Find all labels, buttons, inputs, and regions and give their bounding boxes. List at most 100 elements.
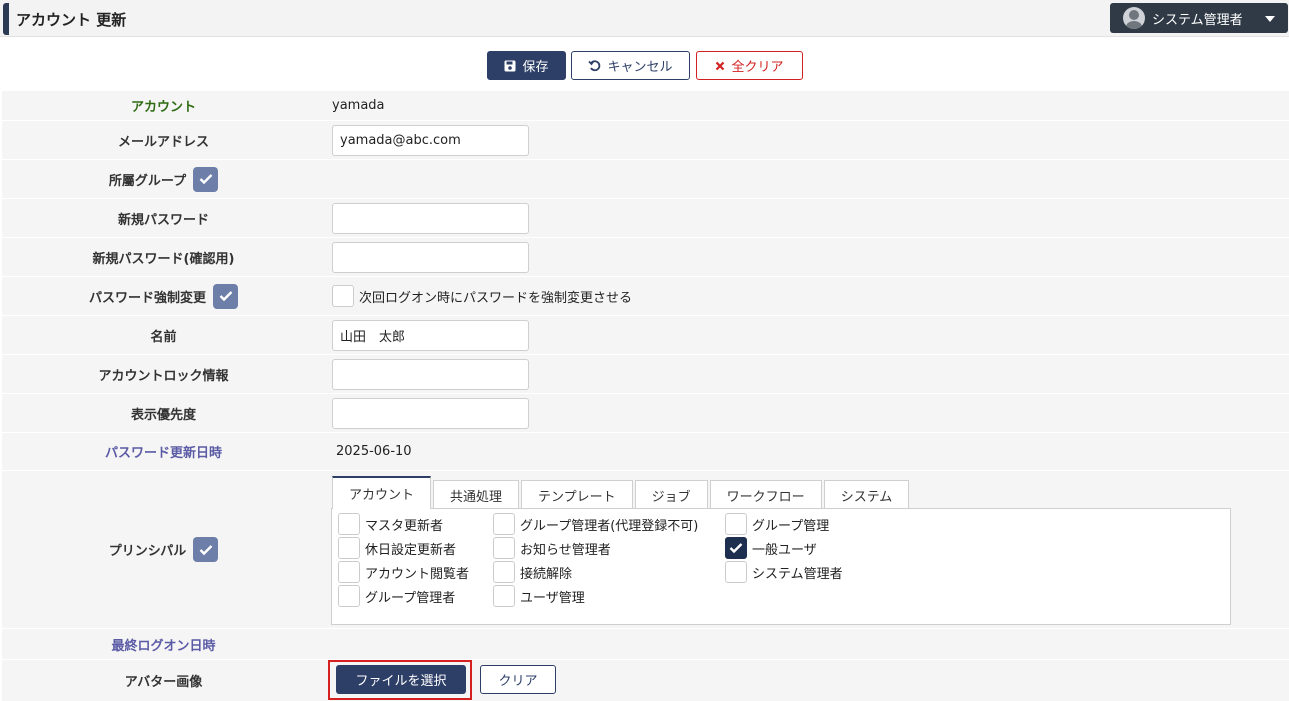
tab-common[interactable]: 共通処理 bbox=[433, 480, 520, 509]
account-value: yamada bbox=[332, 98, 385, 113]
tab-workflow[interactable]: ワークフロー bbox=[709, 480, 822, 509]
email-label: メールアドレス bbox=[117, 134, 209, 150]
permission-item[interactable]: システム管理者 bbox=[725, 561, 843, 583]
tab-job[interactable]: ジョブ bbox=[634, 480, 708, 509]
force-change-label: パスワード強制変更 bbox=[88, 290, 206, 306]
tab-system[interactable]: システム bbox=[823, 480, 910, 509]
close-icon bbox=[715, 61, 725, 71]
check-icon bbox=[219, 291, 232, 302]
permission-checkbox[interactable] bbox=[338, 585, 360, 607]
permission-item[interactable]: 接続解除 bbox=[493, 561, 572, 583]
page-title: アカウント 更新 bbox=[16, 11, 127, 29]
row-priority: 表示優先度 bbox=[2, 393, 1289, 432]
permission-checkbox[interactable] bbox=[493, 513, 515, 535]
permission-label: 接続解除 bbox=[520, 566, 573, 582]
permission-checkbox[interactable] bbox=[493, 585, 515, 607]
user-avatar-icon bbox=[1123, 7, 1145, 29]
cancel-button[interactable]: キャンセル bbox=[571, 51, 690, 80]
group-label: 所屬グループ bbox=[108, 173, 187, 189]
password-updated-label: パスワード更新日時 bbox=[104, 446, 222, 461]
permission-label: マスタ更新者 bbox=[365, 518, 444, 534]
row-name: 名前 bbox=[2, 315, 1289, 354]
permission-checkbox[interactable] bbox=[338, 537, 360, 559]
page-header: アカウント 更新 システム管理者 bbox=[0, 0, 1289, 37]
permission-label: システム管理者 bbox=[752, 566, 843, 582]
permission-item[interactable]: グループ管理者(代理登録不可) bbox=[493, 513, 698, 535]
priority-label: 表示優先度 bbox=[130, 407, 196, 423]
clear-all-button[interactable]: 全クリア bbox=[696, 51, 803, 80]
floppy-disk-icon bbox=[504, 60, 516, 72]
row-new-password-confirm: 新規パスワード(確認用) bbox=[2, 237, 1289, 276]
permission-label: 休日設定更新者 bbox=[365, 542, 457, 558]
permission-label: お知らせ管理者 bbox=[520, 542, 611, 558]
permission-checkbox[interactable] bbox=[725, 561, 747, 583]
row-new-password: 新規パスワード bbox=[2, 198, 1289, 237]
tab-template[interactable]: テンプレート bbox=[521, 480, 633, 509]
email-field[interactable] bbox=[332, 124, 529, 156]
permission-item[interactable]: 一般ユーザ bbox=[725, 537, 817, 559]
permission-item[interactable]: 休日設定更新者 bbox=[338, 537, 456, 559]
permission-label: アカウント閲覧者 bbox=[365, 566, 470, 582]
cancel-label: キャンセル bbox=[607, 60, 673, 75]
row-account: アカウント yamada bbox=[2, 90, 1289, 120]
permission-item[interactable]: ユーザ管理 bbox=[493, 585, 585, 607]
row-group: 所屬グループ bbox=[2, 159, 1289, 198]
force-change-checkbox[interactable] bbox=[332, 285, 354, 307]
permission-item[interactable]: アカウント閲覧者 bbox=[338, 561, 469, 583]
permission-label: ユーザ管理 bbox=[520, 590, 585, 606]
permission-item[interactable]: マスタ更新者 bbox=[338, 513, 443, 535]
lock-field[interactable] bbox=[332, 358, 529, 390]
avatar-clear-button[interactable]: クリア bbox=[480, 665, 556, 694]
permission-checkbox[interactable] bbox=[725, 513, 747, 535]
caret-down-icon bbox=[1265, 16, 1275, 22]
force-change-check-toggle[interactable] bbox=[213, 283, 238, 309]
permission-checkbox[interactable] bbox=[493, 561, 515, 583]
principal-tab-panel: マスタ更新者 休日設定更新者 アカウント閲覧者 グループ管理者 グループ管理者(… bbox=[331, 508, 1231, 625]
clear-all-label: 全クリア bbox=[731, 60, 784, 75]
group-label-wrap: 所屬グループ bbox=[2, 160, 325, 198]
permission-checkbox[interactable] bbox=[493, 537, 515, 559]
principal-check-toggle[interactable] bbox=[193, 537, 219, 562]
permission-label: グループ管理者 bbox=[365, 590, 456, 606]
header-accent bbox=[3, 3, 9, 35]
save-button[interactable]: 保存 bbox=[487, 51, 566, 80]
lock-label: アカウントロック情報 bbox=[98, 368, 229, 384]
account-label: アカウント bbox=[130, 100, 196, 115]
undo-icon bbox=[588, 59, 601, 72]
priority-field[interactable] bbox=[332, 397, 529, 429]
permission-label: 一般ユーザ bbox=[752, 542, 817, 558]
check-icon bbox=[199, 544, 213, 555]
force-change-label-wrap: パスワード強制変更 bbox=[2, 277, 325, 315]
principal-tabs: アカウント 共通処理 テンプレート ジョブ ワークフロー システム bbox=[332, 476, 911, 509]
user-name: システム管理者 bbox=[1152, 12, 1243, 28]
avatar-label: アバター画像 bbox=[124, 675, 203, 690]
permission-item[interactable]: グループ管理 bbox=[725, 513, 829, 535]
choose-file-button[interactable]: ファイルを選択 bbox=[336, 665, 466, 694]
name-field[interactable] bbox=[332, 319, 529, 351]
permission-label: グループ管理 bbox=[752, 518, 830, 534]
principal-label: プリンシパル bbox=[108, 544, 187, 559]
permission-label: グループ管理者(代理登録不可) bbox=[520, 518, 699, 534]
name-label: 名前 bbox=[150, 329, 177, 345]
tab-account[interactable]: アカウント bbox=[332, 476, 432, 509]
permission-checkbox[interactable] bbox=[338, 561, 360, 583]
principal-label-wrap: プリンシパル bbox=[2, 471, 325, 628]
force-change-option-label: 次回ログオン時にパスワードを強制変更させる bbox=[359, 290, 633, 306]
permission-checkbox[interactable] bbox=[338, 513, 360, 535]
new-password-confirm-label: 新規パスワード(確認用) bbox=[92, 251, 235, 267]
group-check-toggle[interactable] bbox=[193, 166, 219, 192]
row-avatar: アバター画像 bbox=[2, 659, 1289, 701]
user-menu-button[interactable]: システム管理者 bbox=[1110, 3, 1288, 33]
row-email: メールアドレス bbox=[2, 120, 1289, 159]
new-password-label: 新規パスワード bbox=[117, 212, 209, 228]
permission-item[interactable]: お知らせ管理者 bbox=[493, 537, 611, 559]
row-lock: アカウントロック情報 bbox=[2, 354, 1289, 393]
password-updated-value: 2025-06-10 bbox=[336, 444, 412, 459]
row-password-updated: パスワード更新日時 2025-06-10 bbox=[2, 432, 1289, 470]
permission-item[interactable]: グループ管理者 bbox=[338, 585, 455, 607]
permission-checkbox[interactable] bbox=[725, 537, 747, 559]
row-last-logon: 最終ログオン日時 bbox=[2, 628, 1289, 659]
check-icon bbox=[199, 174, 212, 185]
new-password-confirm-field[interactable] bbox=[332, 241, 529, 273]
new-password-field[interactable] bbox=[332, 202, 529, 234]
